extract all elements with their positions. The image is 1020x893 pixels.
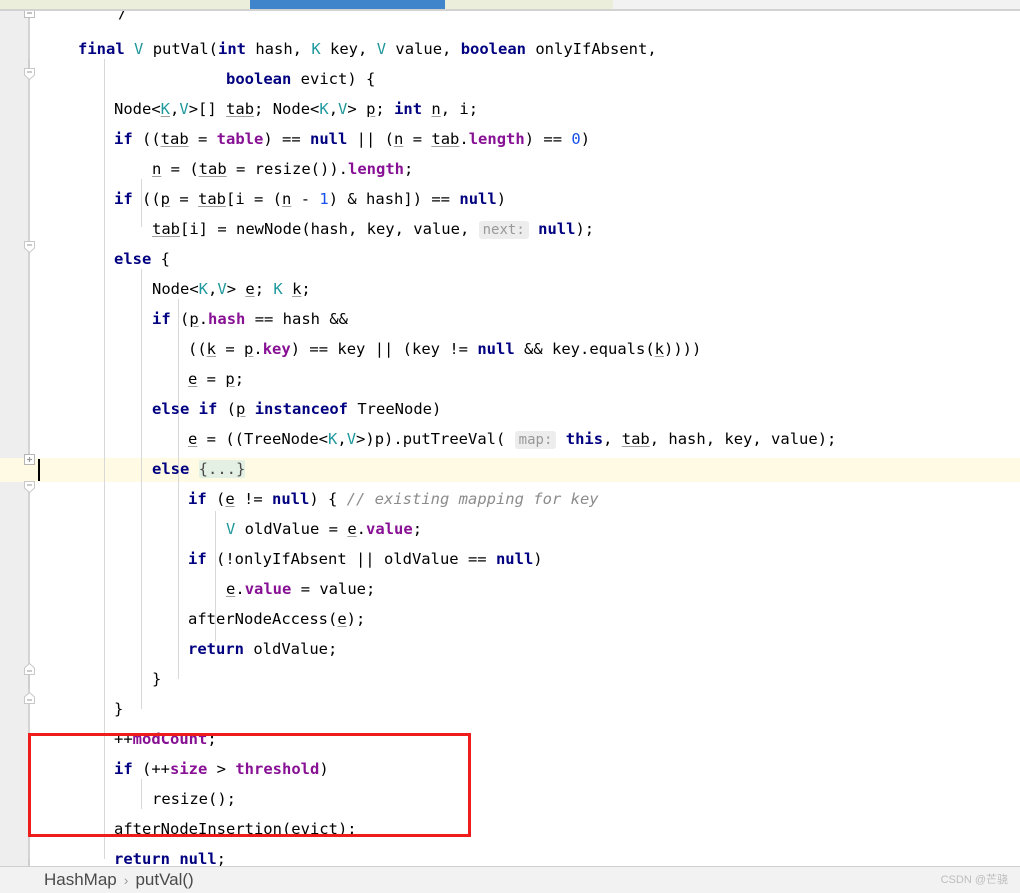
code-line[interactable]: return oldValue;: [0, 634, 337, 664]
code-line[interactable]: e.value = value;: [0, 574, 375, 604]
code-line[interactable]: else if (p instanceof TreeNode): [0, 394, 441, 424]
code-line[interactable]: ((k = p.key) == key || (key != null && k…: [0, 334, 701, 364]
scrollbar-thumb[interactable]: [250, 0, 445, 9]
code-line[interactable]: Node<K,V>[] tab; Node<K,V> p; int n, i;: [0, 94, 478, 124]
breadcrumb-item-class[interactable]: HashMap: [44, 870, 117, 889]
code-line[interactable]: boolean evict) {: [0, 64, 375, 94]
editor-window: / final V putVal(int hash, K key, V valu…: [0, 0, 1020, 893]
inlay-hint-map: map:: [514, 431, 557, 449]
code-line[interactable]: n = (tab = resize()).length;: [0, 154, 413, 184]
horizontal-scrollbar[interactable]: [0, 0, 1020, 9]
code-editor[interactable]: / final V putVal(int hash, K key, V valu…: [0, 11, 1020, 866]
code-line[interactable]: e = ((TreeNode<K,V>)p).putTreeVal( map: …: [0, 424, 836, 454]
code-line[interactable]: return null;: [0, 844, 226, 866]
code-line[interactable]: if (p.hash == hash &&: [0, 304, 348, 334]
code-line[interactable]: final V putVal(int hash, K key, V value,…: [0, 34, 657, 64]
code-line[interactable]: afterNodeAccess(e);: [0, 604, 365, 634]
code-line[interactable]: Node<K,V> e; K k;: [0, 274, 311, 304]
status-bar: HashMap › putVal() CSDN @芒骁: [0, 866, 1020, 893]
code-line[interactable]: tab[i] = newNode(hash, key, value, next:…: [0, 214, 594, 244]
code-line[interactable]: if (e != null) { // existing mapping for…: [0, 484, 599, 514]
code-line[interactable]: e = p;: [0, 364, 244, 394]
code-line[interactable]: if ((p = tab[i = (n - 1) & hash]) == nul…: [0, 184, 506, 214]
code-line[interactable]: V oldValue = e.value;: [0, 514, 422, 544]
folded-code-region[interactable]: {...}: [198, 460, 246, 478]
code-line[interactable]: if (!onlyIfAbsent || oldValue == null): [0, 544, 543, 574]
breadcrumb[interactable]: HashMap › putVal(): [44, 867, 194, 893]
code-line[interactable]: if ((tab = table) == null || (n = tab.le…: [0, 124, 590, 154]
csdn-watermark: CSDN @芒骁: [940, 874, 1008, 886]
breadcrumb-separator-icon: ›: [123, 872, 129, 888]
code-line[interactable]: /: [0, 11, 127, 28]
red-highlight-annotation: [28, 733, 471, 837]
code-line[interactable]: }: [0, 694, 123, 724]
code-line[interactable]: }: [0, 664, 161, 694]
breadcrumb-item-method[interactable]: putVal(): [135, 870, 193, 889]
inlay-hint-next: next:: [478, 221, 529, 239]
code-line[interactable]: else {: [0, 244, 170, 274]
code-line[interactable]: else {...}: [0, 454, 246, 484]
